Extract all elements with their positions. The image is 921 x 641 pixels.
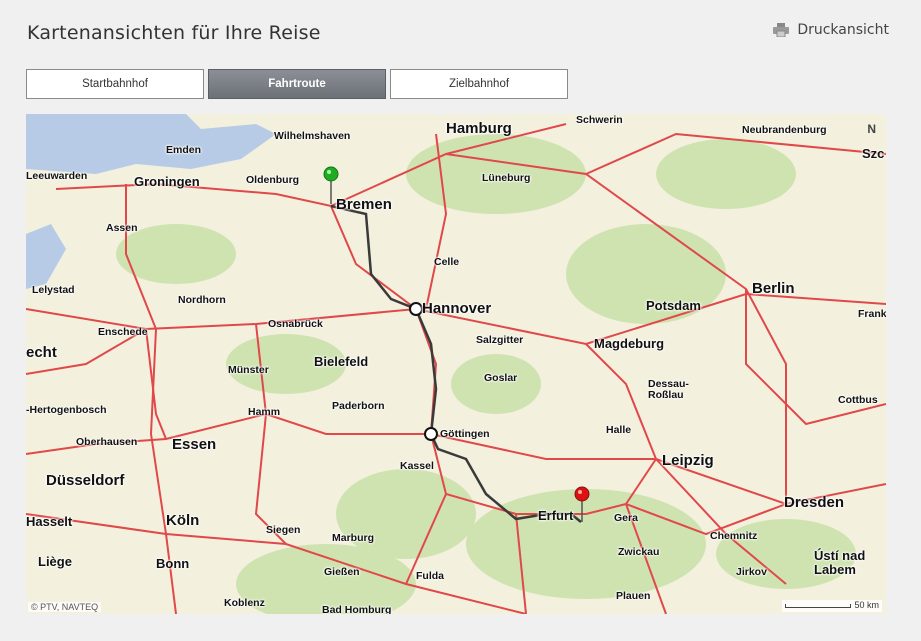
page-title: Kartenansichten für Ihre Reise bbox=[27, 22, 321, 44]
city-label: Berlin bbox=[752, 280, 795, 297]
city-label: Koblenz bbox=[224, 597, 265, 609]
city-label: Bremen bbox=[336, 196, 392, 213]
city-label: Paderborn bbox=[332, 400, 385, 412]
city-label: Labem bbox=[814, 562, 856, 577]
city-label: Gießen bbox=[324, 566, 360, 578]
city-label: Magdeburg bbox=[594, 336, 665, 351]
city-label: Chemnitz bbox=[710, 530, 758, 542]
city-label: Münster bbox=[228, 364, 269, 376]
map-view-tabs: Startbahnhof Fahrtroute Zielbahnhof bbox=[26, 69, 568, 99]
city-label: Szc bbox=[862, 146, 885, 161]
via-marker-goettingen bbox=[424, 427, 438, 441]
scale-label: 50 km bbox=[854, 600, 879, 610]
city-label: Lüneburg bbox=[482, 172, 531, 184]
city-label: Essen bbox=[172, 436, 217, 453]
city-label: Groningen bbox=[134, 174, 200, 189]
city-label: Köln bbox=[166, 512, 200, 529]
print-view-link[interactable]: Druckansicht bbox=[773, 22, 889, 38]
city-label: Salzgitter bbox=[476, 334, 524, 346]
city-label: Hasselt bbox=[26, 514, 73, 529]
city-label: Roßlau bbox=[648, 389, 684, 401]
city-label: Nordhorn bbox=[178, 294, 226, 306]
city-label: Schwerin bbox=[576, 114, 623, 126]
city-label: Plauen bbox=[616, 590, 651, 602]
city-label: Fulda bbox=[416, 570, 444, 582]
city-label: Enschede bbox=[98, 326, 148, 338]
city-label: echt bbox=[26, 344, 57, 361]
city-label: Assen bbox=[106, 222, 138, 234]
city-label: Dresden bbox=[784, 494, 845, 511]
city-label: Oberhausen bbox=[76, 436, 138, 448]
city-label: Bad Homburg bbox=[322, 604, 392, 614]
city-label: Celle bbox=[434, 256, 460, 268]
tab-destination-station[interactable]: Zielbahnhof bbox=[390, 69, 568, 99]
city-label: Neubrandenburg bbox=[742, 124, 827, 136]
city-label: Bielefeld bbox=[314, 354, 369, 369]
city-label: Wilhelmshaven bbox=[274, 130, 351, 142]
city-label: Hamm bbox=[248, 406, 281, 418]
city-label: Ústí nad bbox=[814, 548, 866, 563]
city-label: Jirkov bbox=[736, 566, 767, 578]
route-line bbox=[330, 204, 582, 523]
city-label: Cottbus bbox=[838, 394, 878, 406]
city-label: Göttingen bbox=[440, 428, 490, 440]
city-label: Düsseldorf bbox=[46, 472, 125, 489]
city-label: Oldenburg bbox=[246, 174, 300, 186]
city-label: Potsdam bbox=[646, 298, 701, 313]
printer-icon bbox=[773, 23, 790, 37]
city-label: Osnabrück bbox=[268, 318, 323, 330]
city-label: Emden bbox=[166, 144, 202, 156]
print-view-label: Druckansicht bbox=[797, 22, 889, 38]
city-label: Hamburg bbox=[446, 120, 512, 137]
map-copyright: © PTV, NAVTEQ bbox=[28, 602, 102, 612]
tab-route[interactable]: Fahrtroute bbox=[208, 69, 386, 99]
city-label: Goslar bbox=[484, 372, 518, 384]
city-label: Erfurt bbox=[538, 508, 574, 523]
city-label: Frank bbox=[858, 308, 886, 320]
city-label: Kassel bbox=[400, 460, 434, 472]
city-label: Zwickau bbox=[618, 546, 660, 558]
north-arrow-icon: N bbox=[867, 122, 876, 136]
city-label: Hannover bbox=[422, 300, 492, 317]
city-label: Marburg bbox=[332, 532, 374, 544]
route-map[interactable]: Hamburg Schwerin Wilhelmshaven Neubrande… bbox=[26, 114, 886, 614]
city-label: Bonn bbox=[156, 556, 190, 571]
sea-area bbox=[26, 114, 276, 174]
via-marker-hannover bbox=[409, 302, 423, 316]
tab-start-station[interactable]: Startbahnhof bbox=[26, 69, 204, 99]
city-label: Liège bbox=[38, 554, 72, 569]
lake-area bbox=[26, 224, 66, 289]
city-label: Lelystad bbox=[32, 284, 75, 296]
city-label: -Hertogenbosch bbox=[26, 404, 107, 416]
city-label: Leeuwarden bbox=[26, 170, 88, 182]
map-scale-bar: 50 km bbox=[782, 600, 882, 612]
city-label: Gera bbox=[614, 512, 638, 524]
city-label: Siegen bbox=[266, 524, 301, 536]
city-label: Halle bbox=[606, 424, 632, 436]
city-label: Leipzig bbox=[662, 452, 714, 469]
